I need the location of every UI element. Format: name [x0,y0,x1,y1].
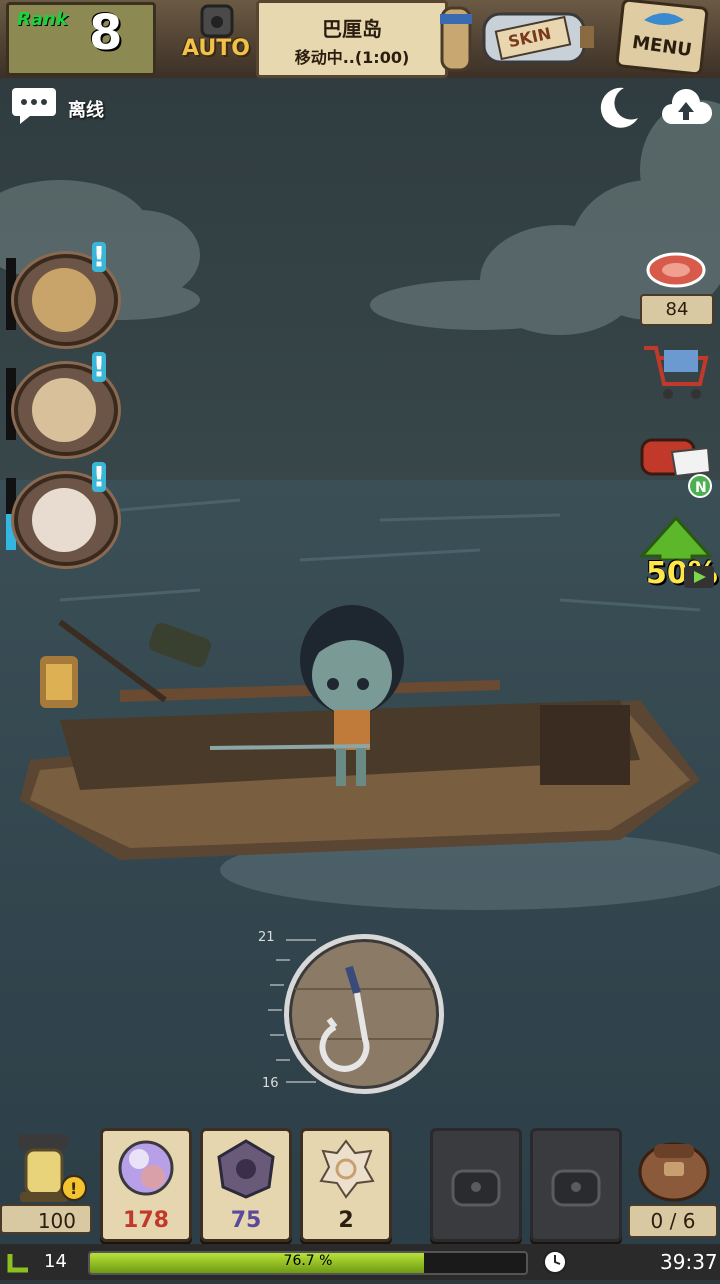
rank-label: Rank [17,9,68,30]
depth-max-label: 21 [258,930,275,945]
cast-hook-button[interactable] [284,934,444,1094]
item-slot-locked-2[interactable] [530,1128,622,1242]
menu-button[interactable]: MENU [614,0,710,76]
lock-icon [451,1169,501,1207]
item-count-pearl: 178 [123,1208,169,1233]
location-panel[interactable]: 巴厘岛 移动中..(1:00) [256,0,448,78]
meat-count: 84 [640,294,714,326]
crew-face-1 [32,268,96,332]
level-icon [7,1254,28,1273]
backpack-icon[interactable] [634,1132,714,1204]
chat-icon[interactable] [10,86,58,126]
scroll-map-icon[interactable] [436,4,476,74]
crew-alert-icon-2: ! [92,350,106,383]
mail-badge: N [695,480,707,496]
meat-icon[interactable] [646,250,706,290]
item-count-spiral-shell: 2 [338,1208,354,1233]
lantern-icon[interactable]: ! [8,1130,92,1206]
auto-button[interactable]: AUTO [172,0,290,72]
player-level: 14 [44,1251,67,1272]
offline-label: 离线 [68,100,104,121]
moon-icon[interactable] [594,84,642,132]
svg-text:!: ! [70,1179,77,1198]
auto-label: AUTO [182,36,250,61]
xp-progress-label: 76.7 % [283,1253,333,1269]
rank-badge[interactable]: Rank 8 [6,2,156,76]
mailbox-icon[interactable]: N [638,430,714,500]
crew-alert-icon-1: ! [92,240,106,273]
location-name: 巴厘岛 [322,17,382,41]
bag-capacity: 0 / 6 [628,1204,718,1238]
item-slot-purple-shell[interactable]: 75 [200,1128,292,1242]
item-slot-pearl[interactable]: 178 [100,1128,192,1242]
shop-cart-icon[interactable] [640,336,712,404]
skin-button[interactable]: SKIN [478,2,596,70]
location-status: 移动中..(1:00) [294,48,410,67]
lock-icon [551,1169,601,1207]
depth-min-label: 16 [262,1076,279,1091]
item-slot-spiral-shell[interactable]: 2 [300,1128,392,1242]
clock-icon [543,1250,567,1274]
cloud-upload-icon[interactable] [660,86,712,130]
boost-arrow-icon[interactable] [640,516,712,560]
lantern-count: 100 [0,1204,92,1234]
purple-shell-icon [217,1139,275,1199]
item-count-purple-shell: 75 [230,1208,262,1233]
video-ad-icon[interactable] [682,562,716,592]
item-slot-locked-1[interactable] [430,1128,522,1242]
session-timer: 39:37 [660,1250,718,1274]
fishing-hook-icon [295,965,433,1072]
crew-face-2 [32,378,96,442]
pearl-orb-icon [118,1140,174,1196]
crew-alert-icon-3: ! [92,460,106,493]
spiral-shell-icon [319,1139,375,1199]
crew-face-3 [32,488,96,552]
rank-value: 8 [89,5,123,61]
